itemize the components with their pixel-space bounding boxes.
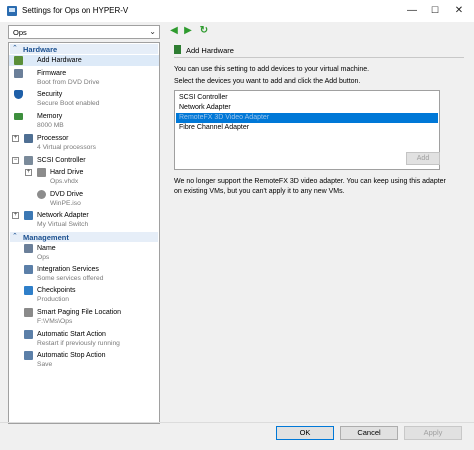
sidebar-item-scsi-controller[interactable]: − SCSI Controller [9, 155, 159, 166]
sidebar-item-automatic-start-action[interactable]: Automatic Start Action Restart if previo… [9, 329, 159, 349]
sidebar-item-label: SCSI Controller [37, 157, 86, 164]
sidebar-item-integration-services[interactable]: Integration Services Some services offer… [9, 264, 159, 284]
back-arrow-icon[interactable]: ◀ [168, 25, 180, 37]
hyper-v-app-icon [7, 6, 17, 16]
sidebar-item-detail: 4 Virtual processors [37, 144, 96, 151]
window-title: Settings for Ops on HYPER-V [22, 6, 129, 15]
sidebar-item-label: Checkpoints [37, 287, 76, 294]
vm-selector[interactable]: Ops ⌄ [8, 25, 160, 39]
device-list-item[interactable]: SCSI Controller [176, 93, 438, 103]
smart-paging-icon [24, 308, 33, 317]
sidebar-item-label: Memory [37, 113, 63, 120]
forward-arrow-icon[interactable]: ▶ [182, 25, 194, 37]
ok-button[interactable]: OK [276, 426, 334, 440]
sidebar-item-label: Add Hardware [37, 57, 82, 64]
dvd-drive-icon [37, 190, 46, 199]
sidebar-item-detail: Ops.vhdx [50, 178, 79, 185]
sidebar-item-detail: Boot from DVD Drive [37, 79, 100, 86]
name-icon [24, 244, 33, 253]
management-header-label: Management [23, 233, 69, 242]
add-hardware-icon [174, 45, 181, 54]
expand-icon[interactable]: + [12, 135, 19, 142]
chevron-down-icon: ⌄ [149, 27, 156, 36]
sidebar-item-detail: 8000 MB [37, 122, 64, 129]
shield-icon [14, 90, 23, 99]
sidebar-item-firmware[interactable]: Firmware Boot from DVD Drive [9, 68, 159, 88]
sidebar-item-label: Name [37, 245, 56, 252]
sidebar-item-label: Processor [37, 135, 69, 142]
sidebar-item-detail: F:\VMs\Ops [37, 318, 73, 325]
maximize-button[interactable]: ☐ [428, 4, 442, 17]
scsi-controller-icon [24, 156, 33, 165]
sidebar-item-detail: Some services offered [37, 275, 104, 282]
device-list[interactable]: SCSI Controller Network Adapter RemoteFX… [174, 90, 440, 170]
sidebar-item-label: Smart Paging File Location [37, 309, 122, 316]
sidebar-item-label: Hard Drive [50, 169, 84, 176]
footer-divider [0, 422, 474, 423]
sidebar-item-memory[interactable]: Memory 8000 MB [9, 111, 159, 131]
sidebar-item-label: Network Adapter [37, 212, 89, 219]
content-title: Add Hardware [186, 46, 234, 55]
hardware-section-header[interactable]: ⌃ Hardware [10, 44, 158, 54]
sidebar-item-label: DVD Drive [50, 191, 84, 198]
sidebar-item-label: Automatic Stop Action [37, 352, 106, 359]
sidebar-item-label: Security [37, 91, 63, 98]
hardware-header-label: Hardware [23, 45, 58, 54]
sidebar-item-detail: Production [37, 296, 69, 303]
device-list-item-selected[interactable]: RemoteFX 3D Video Adapter [176, 113, 438, 123]
settings-sidebar: ⌃ Hardware Add Hardware Firmware Boot fr… [8, 42, 160, 424]
sidebar-item-name[interactable]: Name Ops [9, 243, 159, 263]
sidebar-item-network-adapter[interactable]: + Network Adapter My Virtual Switch [9, 210, 159, 230]
sidebar-item-detail: Save [37, 361, 53, 368]
sidebar-item-label: Automatic Start Action [37, 331, 106, 338]
sidebar-item-hard-drive[interactable]: + Hard Drive Ops.vhdx [9, 167, 159, 187]
collapse-chevron-icon: ⌃ [12, 233, 18, 240]
sidebar-item-dvd-drive[interactable]: DVD Drive WinPE.iso [9, 189, 159, 209]
content-description: You can use this setting to add devices … [174, 66, 370, 73]
close-button[interactable]: ✕ [452, 4, 466, 17]
hard-drive-icon [37, 168, 46, 177]
sidebar-item-detail: Secure Boot enabled [37, 100, 100, 107]
cancel-button[interactable]: Cancel [340, 426, 398, 440]
expand-icon[interactable]: + [25, 169, 32, 176]
sidebar-item-automatic-stop-action[interactable]: Automatic Stop Action Save [9, 350, 159, 370]
collapse-chevron-icon: ⌃ [12, 45, 18, 52]
sidebar-item-detail: WinPE.iso [50, 200, 81, 207]
sidebar-item-add-hardware[interactable]: Add Hardware [9, 55, 159, 66]
processor-icon [24, 134, 33, 143]
minimize-button[interactable]: — [405, 4, 419, 17]
refresh-icon[interactable]: ↻ [198, 25, 210, 37]
content-instruction: Select the devices you want to add and c… [174, 78, 361, 85]
management-section-header[interactable]: ⌃ Management [10, 232, 158, 242]
sidebar-item-detail: Restart if previously running [37, 340, 120, 347]
sidebar-item-security[interactable]: Security Secure Boot enabled [9, 89, 159, 109]
title-bar: Settings for Ops on HYPER-V — ☐ ✕ [0, 0, 474, 22]
sidebar-item-checkpoints[interactable]: Checkpoints Production [9, 285, 159, 305]
expand-icon[interactable]: + [12, 212, 19, 219]
checkpoints-icon [24, 286, 33, 295]
device-list-item[interactable]: Network Adapter [176, 103, 438, 113]
apply-button[interactable]: Apply [404, 426, 462, 440]
collapse-icon[interactable]: − [12, 157, 19, 164]
add-button[interactable]: Add [406, 152, 440, 165]
add-hardware-icon [14, 56, 23, 65]
stop-action-icon [24, 351, 33, 360]
sidebar-item-detail: My Virtual Switch [37, 221, 89, 228]
sidebar-item-processor[interactable]: + Processor 4 Virtual processors [9, 133, 159, 153]
sidebar-item-smart-paging[interactable]: Smart Paging File Location F:\VMs\Ops [9, 307, 159, 327]
vm-selector-value: Ops [13, 28, 27, 37]
integration-services-icon [24, 265, 33, 274]
memory-icon [14, 113, 23, 120]
start-action-icon [24, 330, 33, 339]
sidebar-item-label: Integration Services [37, 266, 99, 273]
remotefx-note: We no longer support the RemoteFX 3D vid… [174, 178, 446, 195]
firmware-icon [14, 69, 23, 78]
network-adapter-icon [24, 211, 33, 220]
sidebar-item-label: Firmware [37, 70, 67, 77]
sidebar-item-detail: Ops [37, 254, 50, 261]
content-divider [174, 57, 464, 58]
device-list-item[interactable]: Fibre Channel Adapter [176, 123, 438, 133]
